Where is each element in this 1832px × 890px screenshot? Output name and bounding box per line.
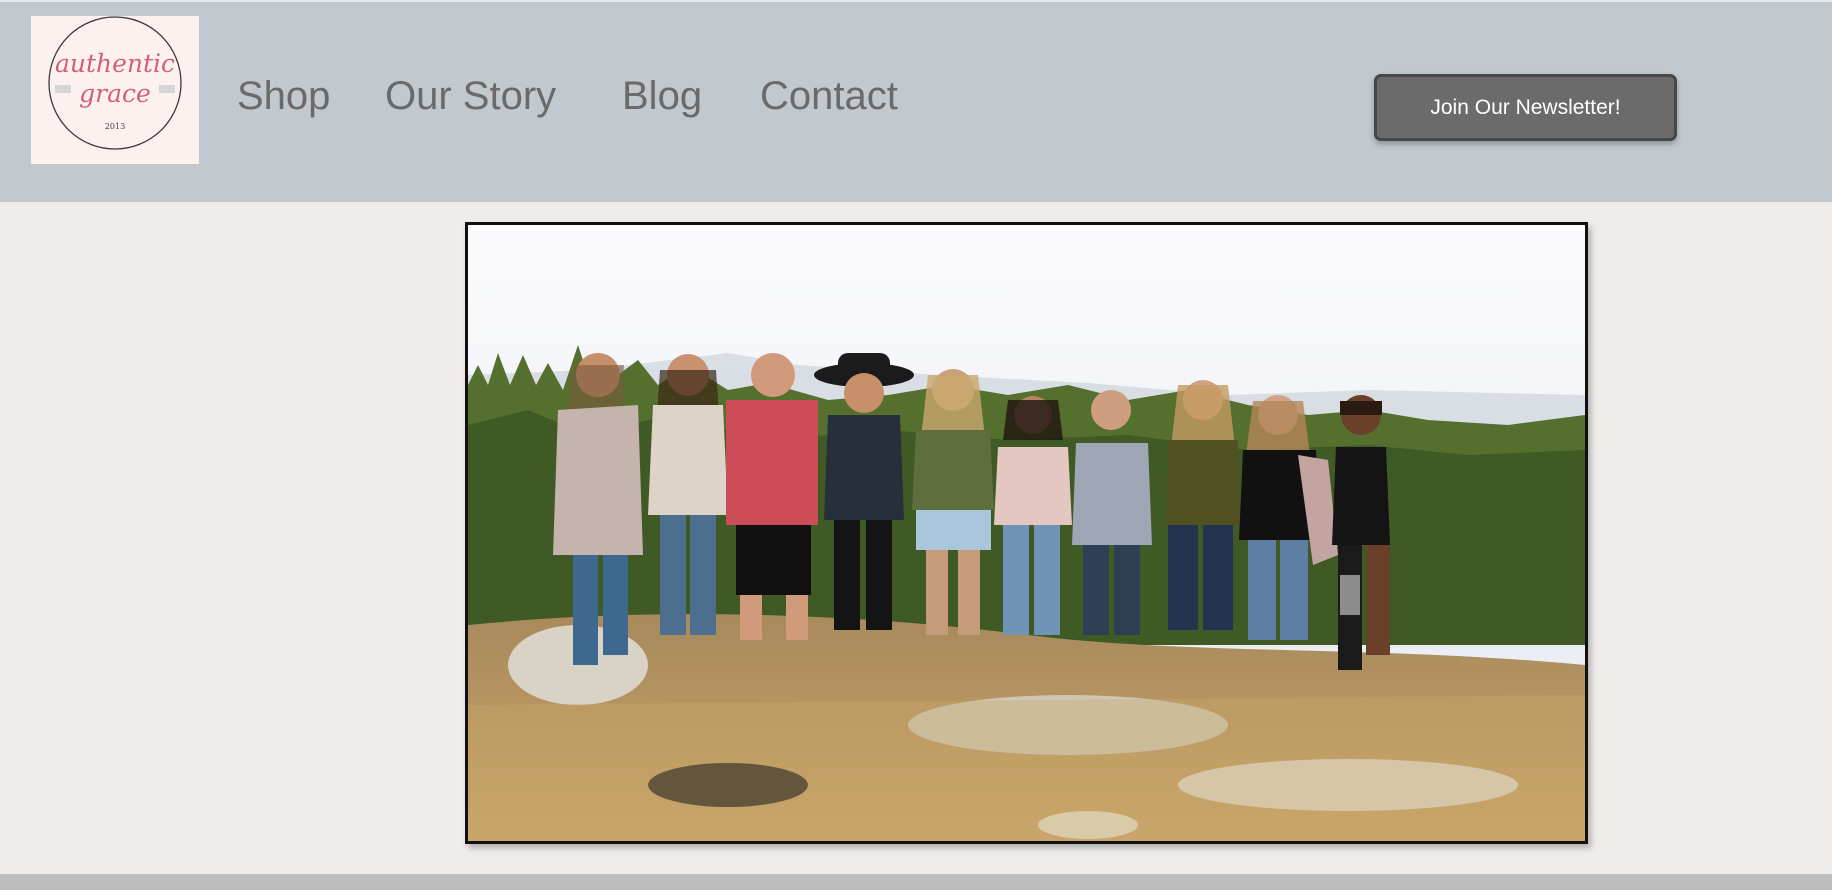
- join-newsletter-button[interactable]: Join Our Newsletter!: [1374, 74, 1677, 141]
- site-logo[interactable]: authentic grace 2013: [31, 16, 199, 164]
- group-photo-illustration: [468, 225, 1585, 841]
- nav-link-our-story[interactable]: Our Story: [385, 74, 556, 119]
- logo-text-grace: grace: [79, 79, 151, 108]
- nav-link-blog[interactable]: Blog: [622, 74, 702, 119]
- logo-text-authentic: authentic: [55, 49, 175, 78]
- hero-image: [465, 222, 1588, 844]
- logo-emblem: authentic grace 2013: [48, 16, 182, 150]
- logo-text-year: 2013: [105, 122, 125, 131]
- site-header: authentic grace 2013 Shop Our Story Blog…: [0, 2, 1832, 202]
- people-group: [553, 353, 1390, 670]
- nav-link-contact[interactable]: Contact: [760, 74, 898, 119]
- nav-link-shop[interactable]: Shop: [237, 74, 330, 119]
- bottom-bar: [0, 874, 1832, 890]
